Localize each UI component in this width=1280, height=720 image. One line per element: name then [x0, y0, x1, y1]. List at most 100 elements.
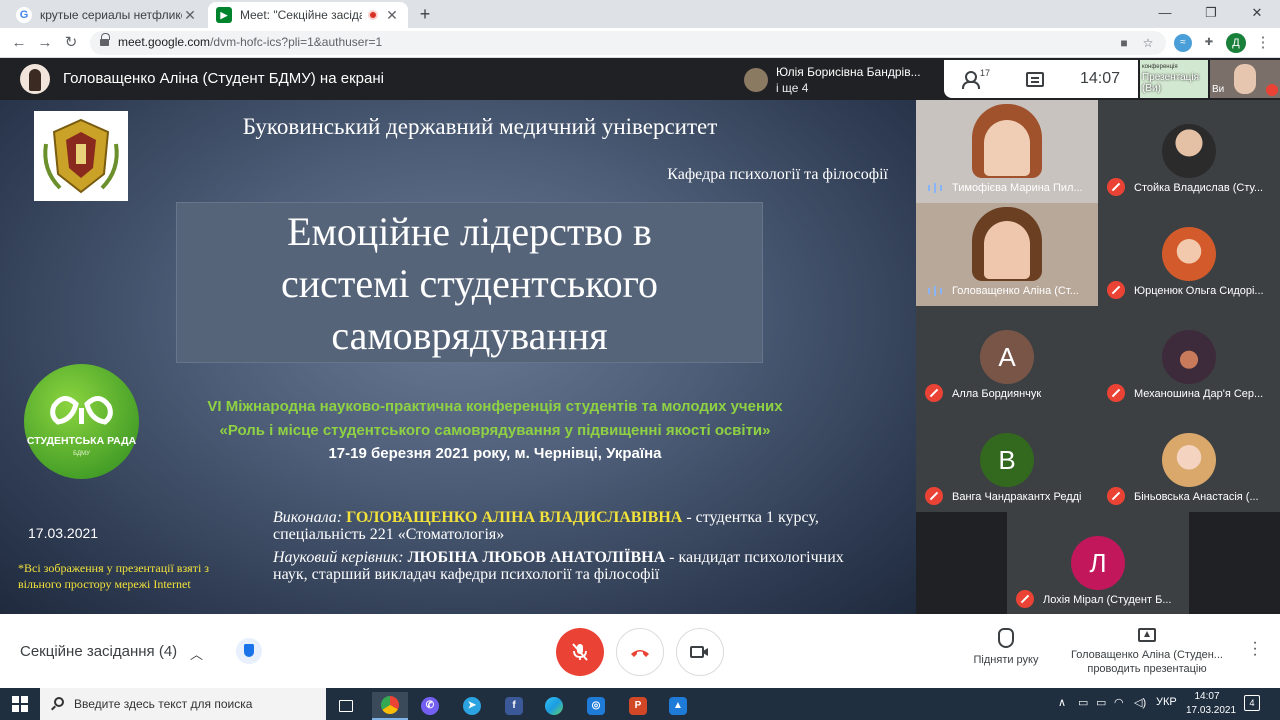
- camera-toggle-button[interactable]: [676, 628, 724, 676]
- speaker-name: Юлія Борисівна Бандрів...: [776, 65, 921, 79]
- advisor-block: Науковий керівник: ЛЮБІНА ЛЮБОВ АНАТОЛІЇ…: [273, 549, 844, 583]
- chevron-up-icon[interactable]: ︿: [190, 644, 203, 663]
- raise-hand-button[interactable]: Підняти руку: [966, 626, 1046, 666]
- speaker-avatar: [744, 68, 768, 92]
- close-tab-icon[interactable]: ✕: [182, 7, 198, 24]
- tab-meet[interactable]: ▶ Meet: "Секційне засідання ( ✕: [208, 2, 408, 28]
- meeting-name[interactable]: Секційне засідання (4): [20, 643, 177, 660]
- speaking-icon: [928, 183, 942, 193]
- speaker-more: і ще 4: [776, 81, 809, 95]
- windows-start-icon[interactable]: [12, 696, 28, 712]
- taskbar-search-placeholder: Введите здесь текст для поиска: [74, 697, 253, 711]
- network-icon[interactable]: ▭: [1096, 696, 1106, 709]
- camera-icon[interactable]: ■: [1116, 35, 1132, 51]
- presenter-line-1: Головащенко Аліна (Студен...: [1071, 649, 1223, 661]
- participant-tile[interactable]: Тимофієва Марина Пил...: [916, 100, 1098, 203]
- participant-name: Механошина Дар'я Сер...: [1134, 388, 1264, 400]
- raise-hand-icon: [998, 628, 1014, 648]
- participant-tile[interactable]: А Алла Бордиянчук: [916, 306, 1098, 409]
- maximize-button[interactable]: ❐: [1188, 0, 1234, 28]
- browser-menu-icon[interactable]: ⋮: [1252, 32, 1274, 54]
- participant-avatar: [1162, 227, 1216, 281]
- people-count: 17: [980, 68, 991, 78]
- close-tab-icon[interactable]: ✕: [384, 7, 400, 24]
- slide-title: Емоційне лідерство в системі студентсько…: [176, 202, 763, 363]
- keyboard-language[interactable]: УКР: [1156, 696, 1177, 708]
- participant-name: Алла Бордиянчук: [952, 388, 1042, 400]
- meet-top-bar: Головащенко Аліна (Студент БДМУ) на екра…: [0, 58, 1280, 100]
- extensions-puzzle-icon[interactable]: ✚: [1200, 34, 1218, 52]
- logo-text: СТУДЕНТСЬКА РАДА: [27, 435, 137, 447]
- conference-line-1: VI Міжнародна науково-практична конферен…: [207, 398, 783, 415]
- chrome-icon[interactable]: [372, 692, 408, 720]
- participant-tile[interactable]: Механошина Дар'я Сер...: [1098, 306, 1280, 409]
- extension-icon[interactable]: ≈: [1174, 34, 1192, 52]
- participant-avatar: В: [980, 433, 1034, 487]
- leave-call-button[interactable]: [616, 628, 664, 676]
- presentation-status-button[interactable]: Головащенко Аліна (Студен... проводить п…: [1060, 626, 1234, 676]
- profile-avatar[interactable]: Д: [1226, 33, 1246, 53]
- participant-tile[interactable]: Біньовська Анастасія (...: [1098, 409, 1280, 512]
- self-video: [1234, 64, 1256, 94]
- logo-subtext: БДМУ: [73, 451, 90, 457]
- conference-line-2: «Роль і місце студентського самоврядуван…: [219, 422, 771, 439]
- muted-icon: [1016, 590, 1034, 608]
- address-bar[interactable]: meet.google.com/dvm-hofc-ics?pli=1&authu…: [90, 31, 1166, 55]
- facebook-icon[interactable]: f: [496, 692, 532, 720]
- participant-tile[interactable]: Стойка Владислав (Сту...: [1098, 100, 1280, 203]
- photos-icon[interactable]: ▲: [660, 692, 696, 720]
- participant-tile[interactable]: В Ванга Чандракантх Редді: [916, 409, 1098, 512]
- powerpoint-icon[interactable]: P: [620, 692, 656, 720]
- new-tab-button[interactable]: +: [414, 4, 436, 26]
- close-window-button[interactable]: ✕: [1234, 0, 1280, 28]
- participant-avatar: А: [980, 330, 1034, 384]
- chat-icon[interactable]: [1026, 72, 1044, 87]
- raise-hand-label: Підняти руку: [973, 654, 1039, 666]
- telegram-icon[interactable]: ➤: [454, 692, 490, 720]
- tab-google-search[interactable]: G крутые сериалы нетфликс - Пои ✕: [8, 2, 206, 28]
- minimize-button[interactable]: —: [1142, 0, 1188, 28]
- windows-taskbar: Введите здесь текст для поиска ✆ ➤ f ◎ P…: [0, 688, 1280, 720]
- participant-avatar: [1162, 433, 1216, 487]
- taskbar-search-box[interactable]: Введите здесь текст для поиска: [40, 688, 326, 720]
- self-presentation-tile[interactable]: конференція Презентація (Ви): [1140, 60, 1208, 98]
- participant-tile[interactable]: Юрценюк Ольга Сидорі...: [1098, 203, 1280, 306]
- bookmark-star-icon[interactable]: ☆: [1140, 35, 1156, 51]
- participant-tile[interactable]: Головащенко Аліна (Ст...: [916, 203, 1098, 306]
- microphone-toggle-button[interactable]: [556, 628, 604, 676]
- mic-off-icon: [572, 643, 588, 661]
- browser-toolbar: ← → ↻ meet.google.com/dvm-hofc-ics?pli=1…: [0, 28, 1280, 58]
- volume-icon[interactable]: ◁): [1134, 696, 1146, 709]
- muted-icon: [925, 487, 943, 505]
- title-line: самоврядування: [331, 313, 608, 358]
- more-options-icon[interactable]: · · ·: [1248, 635, 1262, 663]
- department-name: Кафедра психології та філософії: [667, 166, 888, 183]
- forward-button[interactable]: →: [34, 32, 56, 54]
- participant-tile[interactable]: Л Лохія Мірал (Студент Б...: [1007, 512, 1189, 615]
- notification-center-icon[interactable]: 4: [1244, 695, 1260, 711]
- wifi-icon[interactable]: ◠: [1114, 696, 1124, 709]
- author-name: ГОЛОВАЩЕНКО АЛІНА ВЛАДИСЛАВІВНА: [346, 509, 683, 526]
- self-video-tile[interactable]: Ви: [1210, 60, 1280, 98]
- security-shield-icon[interactable]: [236, 638, 262, 664]
- participant-name: Юрценюк Ольга Сидорі...: [1134, 285, 1264, 297]
- taskbar-clock[interactable]: 14:07 17.03.2021: [1186, 690, 1236, 718]
- back-button[interactable]: ←: [8, 32, 30, 54]
- viber-icon[interactable]: ✆: [412, 692, 448, 720]
- muted-icon: [1266, 84, 1278, 96]
- title-line: системі студентського: [280, 261, 659, 306]
- participants-grid: Тимофієва Марина Пил... Стойка Владислав…: [916, 100, 1280, 615]
- lock-icon: [100, 33, 110, 47]
- participant-name: Головащенко Аліна (Ст...: [952, 285, 1079, 297]
- search-icon: [54, 697, 64, 707]
- task-view-icon[interactable]: [328, 692, 364, 720]
- reload-button[interactable]: ↻: [60, 32, 82, 54]
- instagram-icon[interactable]: ◎: [578, 692, 614, 720]
- tray-overflow-icon[interactable]: ∧: [1058, 696, 1066, 709]
- participant-name: Тимофієва Марина Пил...: [952, 182, 1083, 194]
- google-icon: G: [16, 7, 32, 23]
- edge-icon[interactable]: [536, 692, 572, 720]
- meeting-clock: 14:07: [1080, 70, 1121, 87]
- muted-icon: [1107, 487, 1125, 505]
- system-tray-icon[interactable]: ▭: [1078, 696, 1088, 709]
